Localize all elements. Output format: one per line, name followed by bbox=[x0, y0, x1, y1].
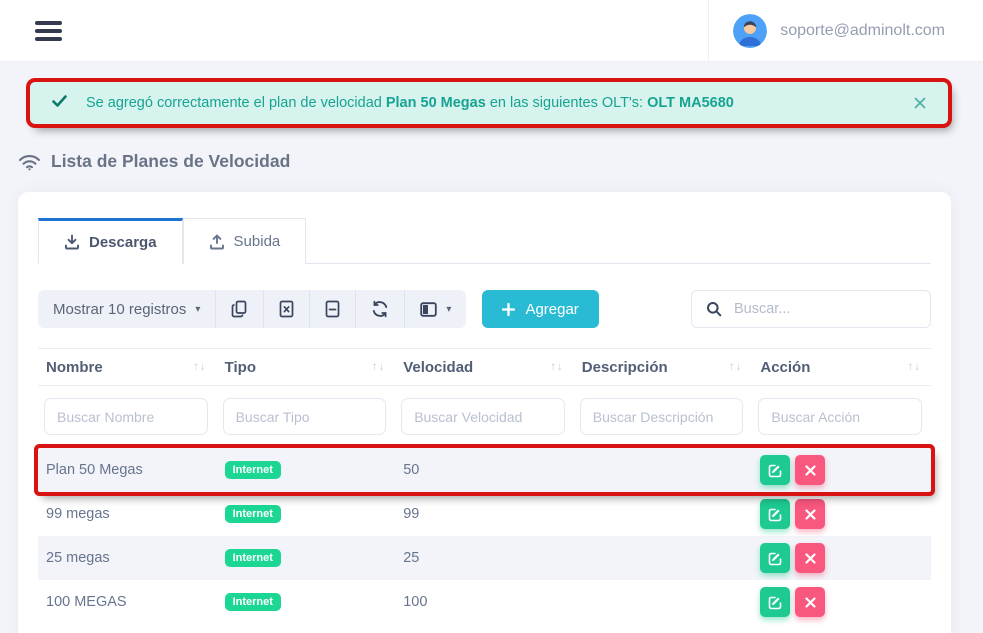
tipo-badge: Internet bbox=[225, 505, 281, 523]
page-title-row: Lista de Planes de Velocidad bbox=[18, 151, 983, 172]
tipo-badge: Internet bbox=[225, 549, 281, 567]
table-row: 25 megas Internet 25 bbox=[38, 536, 931, 580]
table-toolbar: Mostrar 10 registros ▾ bbox=[38, 290, 931, 328]
delete-button[interactable] bbox=[795, 499, 825, 529]
cell-tipo: Internet bbox=[217, 461, 396, 479]
delete-button[interactable] bbox=[795, 543, 825, 573]
cell-tipo: Internet bbox=[217, 593, 396, 611]
filter-velocidad-input[interactable] bbox=[401, 398, 565, 435]
tab-descarga[interactable]: Descarga bbox=[38, 218, 183, 264]
column-header-tipo[interactable]: Tipo↑↓ bbox=[217, 359, 396, 376]
column-header-descripcion[interactable]: Descripción↑↓ bbox=[574, 359, 753, 376]
column-header-accion[interactable]: Acción↑↓ bbox=[752, 359, 931, 376]
delete-button[interactable] bbox=[795, 455, 825, 485]
chevron-down-icon: ▾ bbox=[195, 304, 200, 315]
success-alert: Se agregó correctamente el plan de veloc… bbox=[30, 82, 948, 124]
table-row: 100 MEGAS Internet 100 bbox=[38, 580, 931, 624]
global-search bbox=[691, 290, 931, 328]
edit-button[interactable] bbox=[760, 587, 790, 617]
tipo-badge: Internet bbox=[225, 461, 281, 479]
show-records-dropdown[interactable]: Mostrar 10 registros ▾ bbox=[38, 290, 215, 328]
filter-descripcion-input[interactable] bbox=[580, 398, 744, 435]
filter-row bbox=[38, 386, 931, 448]
cell-accion bbox=[752, 455, 931, 485]
sort-icon: ↑↓ bbox=[550, 361, 564, 373]
delete-button[interactable] bbox=[795, 587, 825, 617]
edit-button[interactable] bbox=[760, 543, 790, 573]
tipo-badge: Internet bbox=[225, 593, 281, 611]
upload-icon bbox=[209, 234, 225, 250]
hamburger-menu-icon[interactable] bbox=[35, 17, 63, 45]
filter-accion-input[interactable] bbox=[758, 398, 922, 435]
alert-olt-name: OLT MA5680 bbox=[647, 95, 734, 111]
edit-button[interactable] bbox=[760, 455, 790, 485]
cell-velocidad: 100 bbox=[395, 594, 574, 610]
sort-icon: ↑↓ bbox=[907, 361, 921, 373]
tabs-bar: Descarga Subida bbox=[38, 218, 931, 264]
sort-icon: ↑↓ bbox=[729, 361, 743, 373]
cell-velocidad: 99 bbox=[395, 506, 574, 522]
table-header-row: Nombre↑↓ Tipo↑↓ Velocidad↑↓ Descripción↑… bbox=[38, 348, 931, 386]
column-header-nombre[interactable]: Nombre↑↓ bbox=[38, 359, 217, 376]
cell-tipo: Internet bbox=[217, 505, 396, 523]
cell-nombre: 99 megas bbox=[38, 506, 217, 522]
column-visibility-dropdown[interactable]: ▾ bbox=[404, 290, 466, 328]
edit-button[interactable] bbox=[760, 499, 790, 529]
refresh-button[interactable] bbox=[355, 290, 404, 328]
top-bar: soporte@adminolt.com bbox=[0, 0, 983, 62]
cell-accion bbox=[752, 543, 931, 573]
cell-accion bbox=[752, 499, 931, 529]
tab-label: Subida bbox=[234, 233, 281, 250]
cell-accion bbox=[752, 587, 931, 617]
export-file-button[interactable] bbox=[309, 290, 355, 328]
wifi-icon bbox=[18, 153, 41, 171]
user-menu[interactable]: soporte@adminolt.com bbox=[708, 0, 983, 62]
table-row: Plan 50 Megas Internet 50 bbox=[38, 448, 931, 492]
plus-icon bbox=[502, 303, 515, 316]
alert-plan-name: Plan 50 Megas bbox=[386, 95, 486, 111]
alert-close-icon[interactable] bbox=[914, 97, 926, 109]
page-title: Lista de Planes de Velocidad bbox=[51, 151, 290, 172]
tab-label: Descarga bbox=[89, 234, 157, 251]
cell-tipo: Internet bbox=[217, 549, 396, 567]
filter-tipo-input[interactable] bbox=[223, 398, 387, 435]
export-excel-button[interactable] bbox=[263, 290, 309, 328]
cell-nombre: 100 MEGAS bbox=[38, 594, 217, 610]
user-email: soporte@adminolt.com bbox=[780, 22, 945, 40]
toolbar-button-group: Mostrar 10 registros ▾ bbox=[38, 290, 466, 328]
chevron-down-icon: ▾ bbox=[446, 304, 451, 315]
sort-icon: ↑↓ bbox=[193, 361, 207, 373]
cell-nombre: Plan 50 Megas bbox=[38, 462, 217, 478]
sort-icon: ↑↓ bbox=[372, 361, 386, 373]
cell-velocidad: 25 bbox=[395, 550, 574, 566]
search-input[interactable] bbox=[734, 301, 916, 317]
check-icon bbox=[52, 95, 67, 111]
alert-message: Se agregó correctamente el plan de veloc… bbox=[86, 95, 734, 111]
plans-card: Descarga Subida Mostrar 10 registros ▾ bbox=[18, 192, 951, 633]
table-row: 99 megas Internet 99 bbox=[38, 492, 931, 536]
filter-nombre-input[interactable] bbox=[44, 398, 208, 435]
cell-nombre: 25 megas bbox=[38, 550, 217, 566]
cell-velocidad: 50 bbox=[395, 462, 574, 478]
tab-subida[interactable]: Subida bbox=[183, 218, 307, 264]
add-button[interactable]: Agregar bbox=[482, 290, 598, 328]
download-icon bbox=[64, 234, 80, 250]
column-header-velocidad[interactable]: Velocidad↑↓ bbox=[395, 359, 574, 376]
copy-button[interactable] bbox=[215, 290, 263, 328]
search-icon bbox=[706, 301, 722, 317]
avatar bbox=[733, 14, 767, 48]
